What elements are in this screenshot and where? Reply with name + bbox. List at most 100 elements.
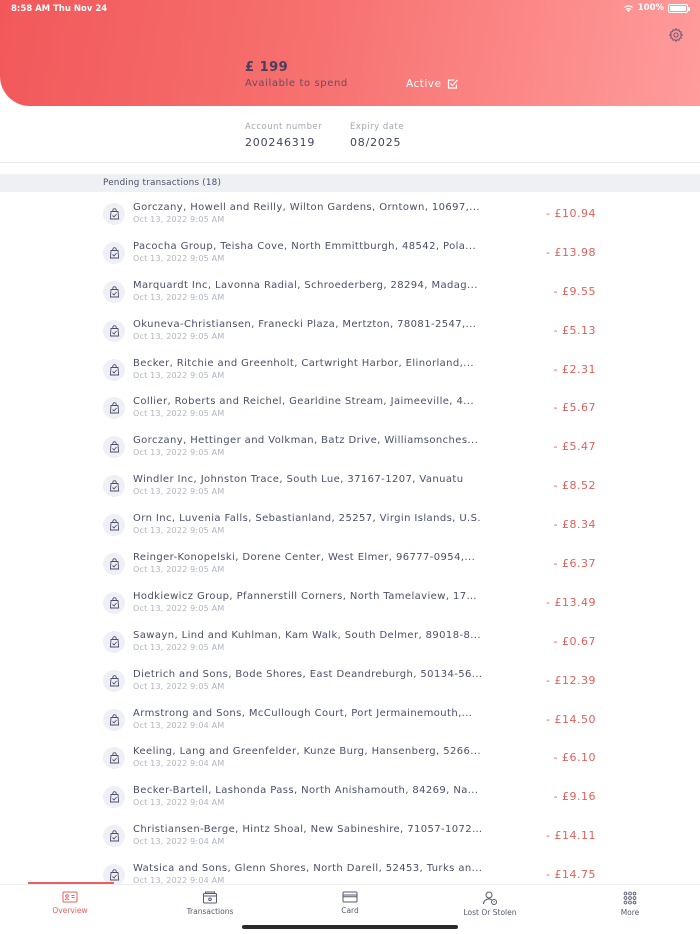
divider [0, 162, 700, 163]
transaction-amount: - £0.67 [553, 634, 596, 648]
expiry-date-value: 08/2025 [350, 136, 402, 149]
transaction-amount: - £5.47 [553, 440, 596, 454]
account-number-block: Account number 200246319 [245, 122, 322, 149]
transaction-date: Oct 13, 2022 9:05 AM [133, 681, 225, 691]
transaction-merchant: Watsica and Sons, Glenn Shores, North Da… [133, 863, 483, 875]
transaction-date: Oct 13, 2022 9:04 AM [133, 759, 225, 769]
transaction-merchant: Hodkiewicz Group, Pfannerstill Corners, … [133, 590, 483, 602]
account-number-label: Account number [245, 122, 323, 132]
transaction-amount: - £9.55 [553, 284, 596, 298]
tab-card-label: Card [341, 906, 359, 915]
transaction-date: Oct 13, 2022 9:05 AM [133, 409, 225, 419]
transaction-row[interactable]: Sawayn, Lind and Kuhlman, Kam Walk, Sout… [0, 622, 700, 661]
shopping-bag-icon [103, 280, 125, 303]
transaction-merchant: Reinger-Konopelski, Dorene Center, West … [133, 552, 476, 564]
transaction-row[interactable]: Marquardt Inc, Lavonna Radial, Schroeder… [0, 272, 700, 311]
transaction-merchant: Dietrich and Sons, Bode Shores, East Dea… [133, 668, 483, 680]
balance-amount: £ 199 [245, 60, 289, 75]
card-status[interactable]: Active [406, 78, 459, 90]
transaction-row[interactable]: Collier, Roberts and Reichel, Gearldine … [0, 388, 700, 427]
transaction-date: Oct 13, 2022 9:05 AM [133, 526, 225, 536]
user-alert-icon [483, 891, 497, 905]
transaction-merchant: Orn Inc, Luvenia Falls, Sebastianland, 2… [133, 513, 481, 525]
gear-icon [668, 27, 684, 43]
transaction-date: Oct 13, 2022 9:05 AM [133, 448, 225, 458]
tab-lost-or-stolen-label: Lost Or Stolen [463, 908, 517, 917]
shopping-bag-icon [103, 203, 125, 225]
shopping-bag-icon [103, 397, 125, 420]
transaction-row[interactable]: Becker-Bartell, Lashonda Pass, North Ani… [0, 777, 700, 816]
shopping-bag-icon [103, 553, 125, 576]
transaction-merchant: Becker, Ritchie and Greenholt, Cartwrigh… [133, 357, 474, 369]
home-indicator[interactable] [242, 925, 458, 929]
transaction-amount: - £8.52 [553, 479, 596, 493]
transaction-amount: - £8.34 [553, 518, 596, 532]
card-status-label: Active [406, 78, 442, 90]
transaction-row[interactable]: Gorczany, Hettinger and Volkman, Batz Dr… [0, 427, 700, 466]
battery-percent: 100% [637, 3, 664, 13]
transaction-row[interactable]: Orn Inc, Luvenia Falls, Sebastianland, 2… [0, 505, 700, 544]
transaction-amount: - £2.31 [553, 362, 596, 376]
tab-transactions-label: Transactions [186, 907, 234, 916]
shopping-bag-icon [103, 708, 125, 731]
wallet-icon [203, 891, 217, 904]
transaction-row[interactable]: Hodkiewicz Group, Pfannerstill Corners, … [0, 583, 700, 622]
tab-overview-label: Overview [52, 906, 88, 915]
transaction-date: Oct 13, 2022 9:05 AM [133, 292, 225, 302]
account-number-value: 200246319 [245, 136, 316, 149]
tab-transactions[interactable]: Transactions [140, 891, 280, 916]
shopping-bag-icon [103, 591, 125, 614]
transaction-date: Oct 13, 2022 9:05 AM [133, 331, 225, 341]
transaction-date: Oct 13, 2022 9:05 AM [133, 370, 225, 380]
transaction-merchant: Windler Inc, Johnston Trace, South Lue, … [133, 474, 464, 486]
available-to-spend-label: Available to spend [245, 78, 348, 89]
shopping-bag-icon [103, 825, 125, 848]
transaction-date: Oct 13, 2022 9:05 AM [133, 215, 225, 224]
shopping-bag-icon [103, 319, 125, 342]
transaction-merchant: Becker-Bartell, Lashonda Pass, North Ani… [133, 785, 479, 797]
transaction-amount: - £9.16 [553, 790, 596, 804]
transaction-date: Oct 13, 2022 9:05 AM [133, 642, 225, 652]
transaction-row[interactable]: Reinger-Konopelski, Dorene Center, West … [0, 544, 700, 583]
tab-bar: Overview Transactions Card Lost Or Stole… [0, 882, 700, 934]
expiry-date-label: Expiry date [350, 122, 405, 132]
battery-icon [668, 3, 690, 13]
transaction-row[interactable]: Okuneva-Christiansen, Franecki Plaza, Me… [0, 311, 700, 350]
transaction-amount: - £6.37 [553, 557, 596, 571]
wifi-icon [623, 4, 633, 12]
system-status-bar: 8:58 AM Thu Nov 24 100% [0, 0, 700, 18]
transaction-date: Oct 13, 2022 9:04 AM [133, 720, 225, 730]
shopping-bag-icon [103, 630, 125, 653]
transaction-merchant: Gorczany, Howell and Reilly, Wilton Gard… [133, 202, 480, 213]
transaction-date: Oct 13, 2022 9:05 AM [133, 487, 225, 497]
transaction-amount: - £6.10 [553, 751, 596, 765]
status-date: Thu Nov 24 [53, 4, 108, 14]
transaction-row[interactable]: Christiansen-Berge, Hintz Shoal, New Sab… [0, 816, 700, 855]
transaction-row[interactable]: Keeling, Lang and Greenfelder, Kunze Bur… [0, 738, 700, 777]
transaction-row[interactable]: Armstrong and Sons, McCullough Court, Po… [0, 700, 700, 739]
tab-overview[interactable]: Overview [0, 891, 140, 915]
transaction-amount: - £14.75 [546, 868, 596, 882]
transaction-merchant: Keeling, Lang and Greenfelder, Kunze Bur… [133, 746, 481, 758]
app-root: £ 199 Available to spend Active 8:58 AM … [0, 0, 700, 934]
grid-dots-icon [623, 891, 637, 905]
transactions-list[interactable]: Gorczany, Howell and Reilly, Wilton Gard… [0, 194, 700, 886]
transaction-merchant: Gorczany, Hettinger and Volkman, Batz Dr… [133, 435, 479, 447]
transaction-amount: - £5.67 [553, 401, 596, 415]
transaction-row[interactable]: Dietrich and Sons, Bode Shores, East Dea… [0, 661, 700, 700]
transaction-merchant: Sawayn, Lind and Kuhlman, Kam Walk, Sout… [133, 629, 481, 641]
transaction-row[interactable]: Gorczany, Howell and Reilly, Wilton Gard… [0, 194, 700, 233]
tab-lost-or-stolen[interactable]: Lost Or Stolen [420, 891, 560, 917]
transaction-row[interactable]: Windler Inc, Johnston Trace, South Lue, … [0, 466, 700, 505]
transaction-amount: - £5.13 [553, 323, 596, 337]
transaction-amount: - £12.39 [546, 673, 596, 687]
shopping-bag-icon [103, 786, 125, 809]
credit-card-icon [342, 891, 358, 903]
transaction-row[interactable]: Becker, Ritchie and Greenholt, Cartwrigh… [0, 350, 700, 389]
transaction-row[interactable]: Pacocha Group, Teisha Cove, North Emmitt… [0, 233, 700, 272]
settings-button[interactable] [668, 27, 684, 43]
overview-card-icon [62, 891, 78, 903]
transaction-merchant: Okuneva-Christiansen, Franecki Plaza, Me… [133, 318, 477, 330]
tab-more[interactable]: More [560, 891, 700, 917]
tab-card[interactable]: Card [280, 891, 420, 915]
